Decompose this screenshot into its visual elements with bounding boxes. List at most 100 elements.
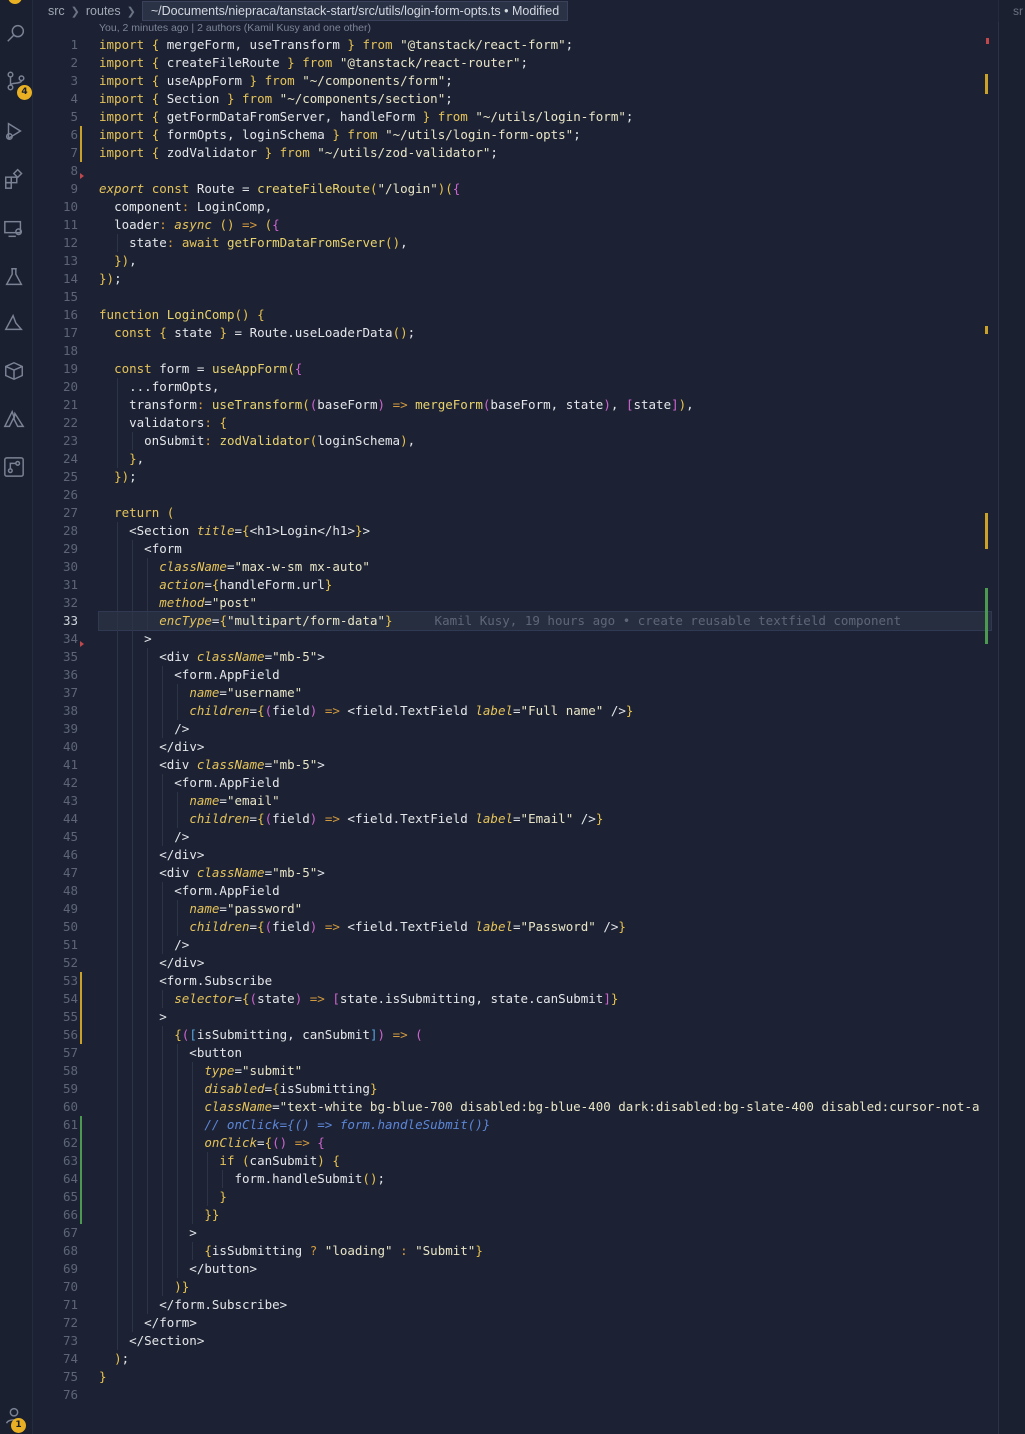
- code-line[interactable]: [99, 288, 991, 306]
- line-number[interactable]: 67: [34, 1224, 90, 1242]
- line-number[interactable]: 20: [34, 378, 90, 396]
- line-number[interactable]: 31: [34, 576, 90, 594]
- line-number[interactable]: 12: [34, 234, 90, 252]
- line-number[interactable]: 61: [34, 1116, 90, 1134]
- line-number[interactable]: 6: [34, 126, 90, 144]
- code-line[interactable]: className="text-white bg-blue-700 disabl…: [99, 1098, 991, 1116]
- line-number[interactable]: 75: [34, 1368, 90, 1386]
- source-control-icon[interactable]: 4: [5, 70, 32, 100]
- line-number[interactable]: 7: [34, 144, 90, 162]
- remote-explorer-icon[interactable]: [3, 218, 29, 244]
- code-line[interactable]: <form.AppField: [99, 774, 991, 792]
- testing-icon[interactable]: [3, 266, 29, 292]
- line-number[interactable]: 4: [34, 90, 90, 108]
- code-line[interactable]: transform: useTransform((baseForm) => me…: [99, 396, 991, 414]
- line-number[interactable]: 19: [34, 360, 90, 378]
- line-number[interactable]: 17: [34, 324, 90, 342]
- line-number[interactable]: 39: [34, 720, 90, 738]
- code-line[interactable]: {([isSubmitting, canSubmit]) => (: [99, 1026, 991, 1044]
- code-line[interactable]: disabled={isSubmitting}: [99, 1080, 991, 1098]
- line-number[interactable]: 22: [34, 414, 90, 432]
- line-number[interactable]: 10: [34, 198, 90, 216]
- line-number[interactable]: 42: [34, 774, 90, 792]
- code-line[interactable]: [99, 486, 991, 504]
- code-line[interactable]: name="email": [99, 792, 991, 810]
- code-line[interactable]: onClick={() => {: [99, 1134, 991, 1152]
- code-line[interactable]: function LoginComp() {: [99, 306, 991, 324]
- code-line[interactable]: <Section title={<h1>Login</h1>}>: [99, 522, 991, 540]
- line-number[interactable]: 62: [34, 1134, 90, 1152]
- modified-line-marker[interactable]: [80, 1008, 82, 1026]
- line-number[interactable]: 27: [34, 504, 90, 522]
- line-number[interactable]: 60: [34, 1098, 90, 1116]
- code-line[interactable]: children={(field) => <field.TextField la…: [99, 810, 991, 828]
- line-number[interactable]: 68: [34, 1242, 90, 1260]
- code-line[interactable]: )}: [99, 1278, 991, 1296]
- code-line[interactable]: }: [99, 1368, 991, 1386]
- line-number[interactable]: 43: [34, 792, 90, 810]
- code-line[interactable]: children={(field) => <field.TextField la…: [99, 918, 991, 936]
- code-line[interactable]: />: [99, 828, 991, 846]
- line-number[interactable]: 30: [34, 558, 90, 576]
- line-number[interactable]: 29: [34, 540, 90, 558]
- line-number[interactable]: 55: [34, 1008, 90, 1026]
- line-number[interactable]: 59: [34, 1080, 90, 1098]
- code-line[interactable]: if (canSubmit) {: [99, 1152, 991, 1170]
- extensions-icon[interactable]: [3, 168, 29, 194]
- line-number[interactable]: 76: [34, 1386, 90, 1404]
- line-number[interactable]: 49: [34, 900, 90, 918]
- code-line[interactable]: type="submit": [99, 1062, 991, 1080]
- line-number[interactable]: 35: [34, 648, 90, 666]
- line-number[interactable]: 8: [34, 162, 90, 180]
- code-line[interactable]: [99, 1386, 991, 1404]
- code-line[interactable]: });: [99, 468, 991, 486]
- code-line[interactable]: <form.AppField: [99, 882, 991, 900]
- line-number[interactable]: 51: [34, 936, 90, 954]
- line-number[interactable]: 14: [34, 270, 90, 288]
- code-line[interactable]: );: [99, 1350, 991, 1368]
- line-number[interactable]: 70: [34, 1278, 90, 1296]
- line-number[interactable]: 33: [34, 612, 90, 630]
- code-editor[interactable]: import { mergeForm, useTransform } from …: [98, 36, 992, 1404]
- deleted-line-marker[interactable]: [80, 641, 84, 647]
- modified-line-marker[interactable]: [80, 144, 82, 162]
- line-number[interactable]: 37: [34, 684, 90, 702]
- line-number[interactable]: 56: [34, 1026, 90, 1044]
- line-number[interactable]: 48: [34, 882, 90, 900]
- accounts-icon[interactable]: 1: [3, 1404, 29, 1433]
- editor-scrollbar-track[interactable]: [998, 22, 999, 1434]
- code-line[interactable]: >: [99, 1224, 991, 1242]
- code-line[interactable]: import { useAppForm } from "~/components…: [99, 72, 991, 90]
- added-line-marker[interactable]: [80, 1206, 82, 1224]
- code-line[interactable]: component: LoginComp,: [99, 198, 991, 216]
- code-line[interactable]: />: [99, 720, 991, 738]
- line-number[interactable]: 1: [34, 36, 90, 54]
- git-blame-codelens[interactable]: You, 2 minutes ago | 2 authors (Kamil Ku…: [99, 22, 371, 34]
- code-line[interactable]: validators: {: [99, 414, 991, 432]
- code-line[interactable]: <form: [99, 540, 991, 558]
- line-number[interactable]: 26: [34, 486, 90, 504]
- line-number[interactable]: 57: [34, 1044, 90, 1062]
- code-line[interactable]: name="password": [99, 900, 991, 918]
- line-number[interactable]: 3: [34, 72, 90, 90]
- code-line[interactable]: const { state } = Route.useLoaderData();: [99, 324, 991, 342]
- line-number[interactable]: 2: [34, 54, 90, 72]
- code-line[interactable]: </form>: [99, 1314, 991, 1332]
- secondary-editor-edge[interactable]: sr: [998, 0, 1025, 1434]
- line-number[interactable]: 54: [34, 990, 90, 1008]
- line-number[interactable]: 71: [34, 1296, 90, 1314]
- azure-icon[interactable]: [3, 312, 29, 338]
- code-line[interactable]: </form.Subscribe>: [99, 1296, 991, 1314]
- code-line[interactable]: [99, 162, 991, 180]
- line-number[interactable]: 32: [34, 594, 90, 612]
- code-line[interactable]: }}: [99, 1206, 991, 1224]
- code-line[interactable]: import { mergeForm, useTransform } from …: [99, 36, 991, 54]
- line-number[interactable]: 63: [34, 1152, 90, 1170]
- line-number[interactable]: 24: [34, 450, 90, 468]
- line-number[interactable]: 28: [34, 522, 90, 540]
- line-number[interactable]: 66: [34, 1206, 90, 1224]
- code-line[interactable]: <div className="mb-5">: [99, 756, 991, 774]
- deleted-line-marker[interactable]: [80, 173, 84, 179]
- code-line[interactable]: </Section>: [99, 1332, 991, 1350]
- line-number[interactable]: 72: [34, 1314, 90, 1332]
